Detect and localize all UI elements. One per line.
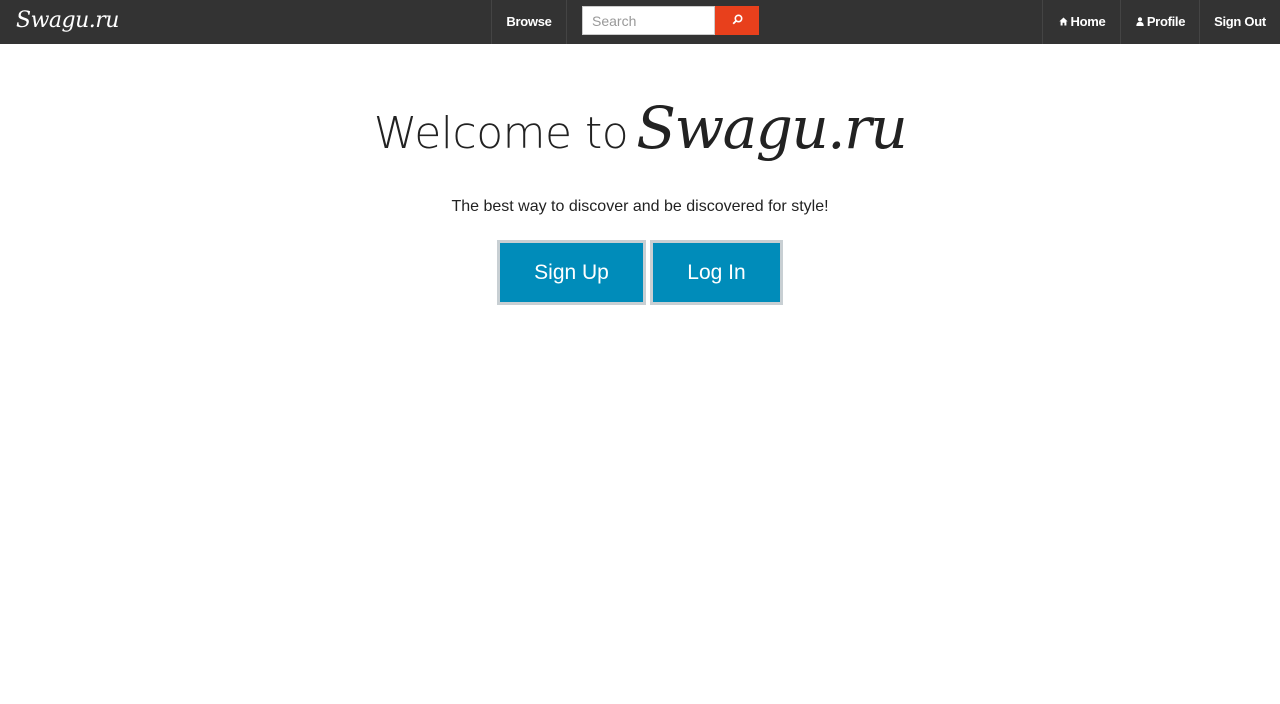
nav-sign-out-label: Sign Out xyxy=(1214,14,1266,29)
search-input[interactable] xyxy=(582,6,715,35)
home-icon xyxy=(1058,2,1068,46)
nav-profile-label: Profile xyxy=(1146,14,1186,29)
welcome-title-brand: Swagu.ru xyxy=(636,94,907,162)
nav-browse-label: Browse xyxy=(506,14,552,29)
nav-home-label: Home xyxy=(1070,14,1106,29)
nav-sign-out[interactable]: Sign Out xyxy=(1199,0,1280,44)
search-button[interactable] xyxy=(715,6,759,35)
log-in-button[interactable]: Log In xyxy=(650,240,783,305)
nav-browse[interactable]: Browse xyxy=(491,0,567,44)
tagline: The best way to discover and be discover… xyxy=(451,198,829,215)
top-navbar: Swagu.ru Browse Home Profile Sign Out xyxy=(0,0,1280,44)
nav-profile[interactable]: Profile xyxy=(1120,0,1200,44)
welcome-title-prefix: Welcome to xyxy=(373,108,629,159)
sign-up-button[interactable]: Sign Up xyxy=(497,240,646,305)
welcome-title: Welcome to Swagu.ru xyxy=(0,78,1280,184)
search-icon xyxy=(732,13,743,28)
brand-logo[interactable]: Swagu.ru xyxy=(16,4,119,38)
nav-home[interactable]: Home xyxy=(1042,0,1121,44)
user-icon xyxy=(1136,2,1144,46)
